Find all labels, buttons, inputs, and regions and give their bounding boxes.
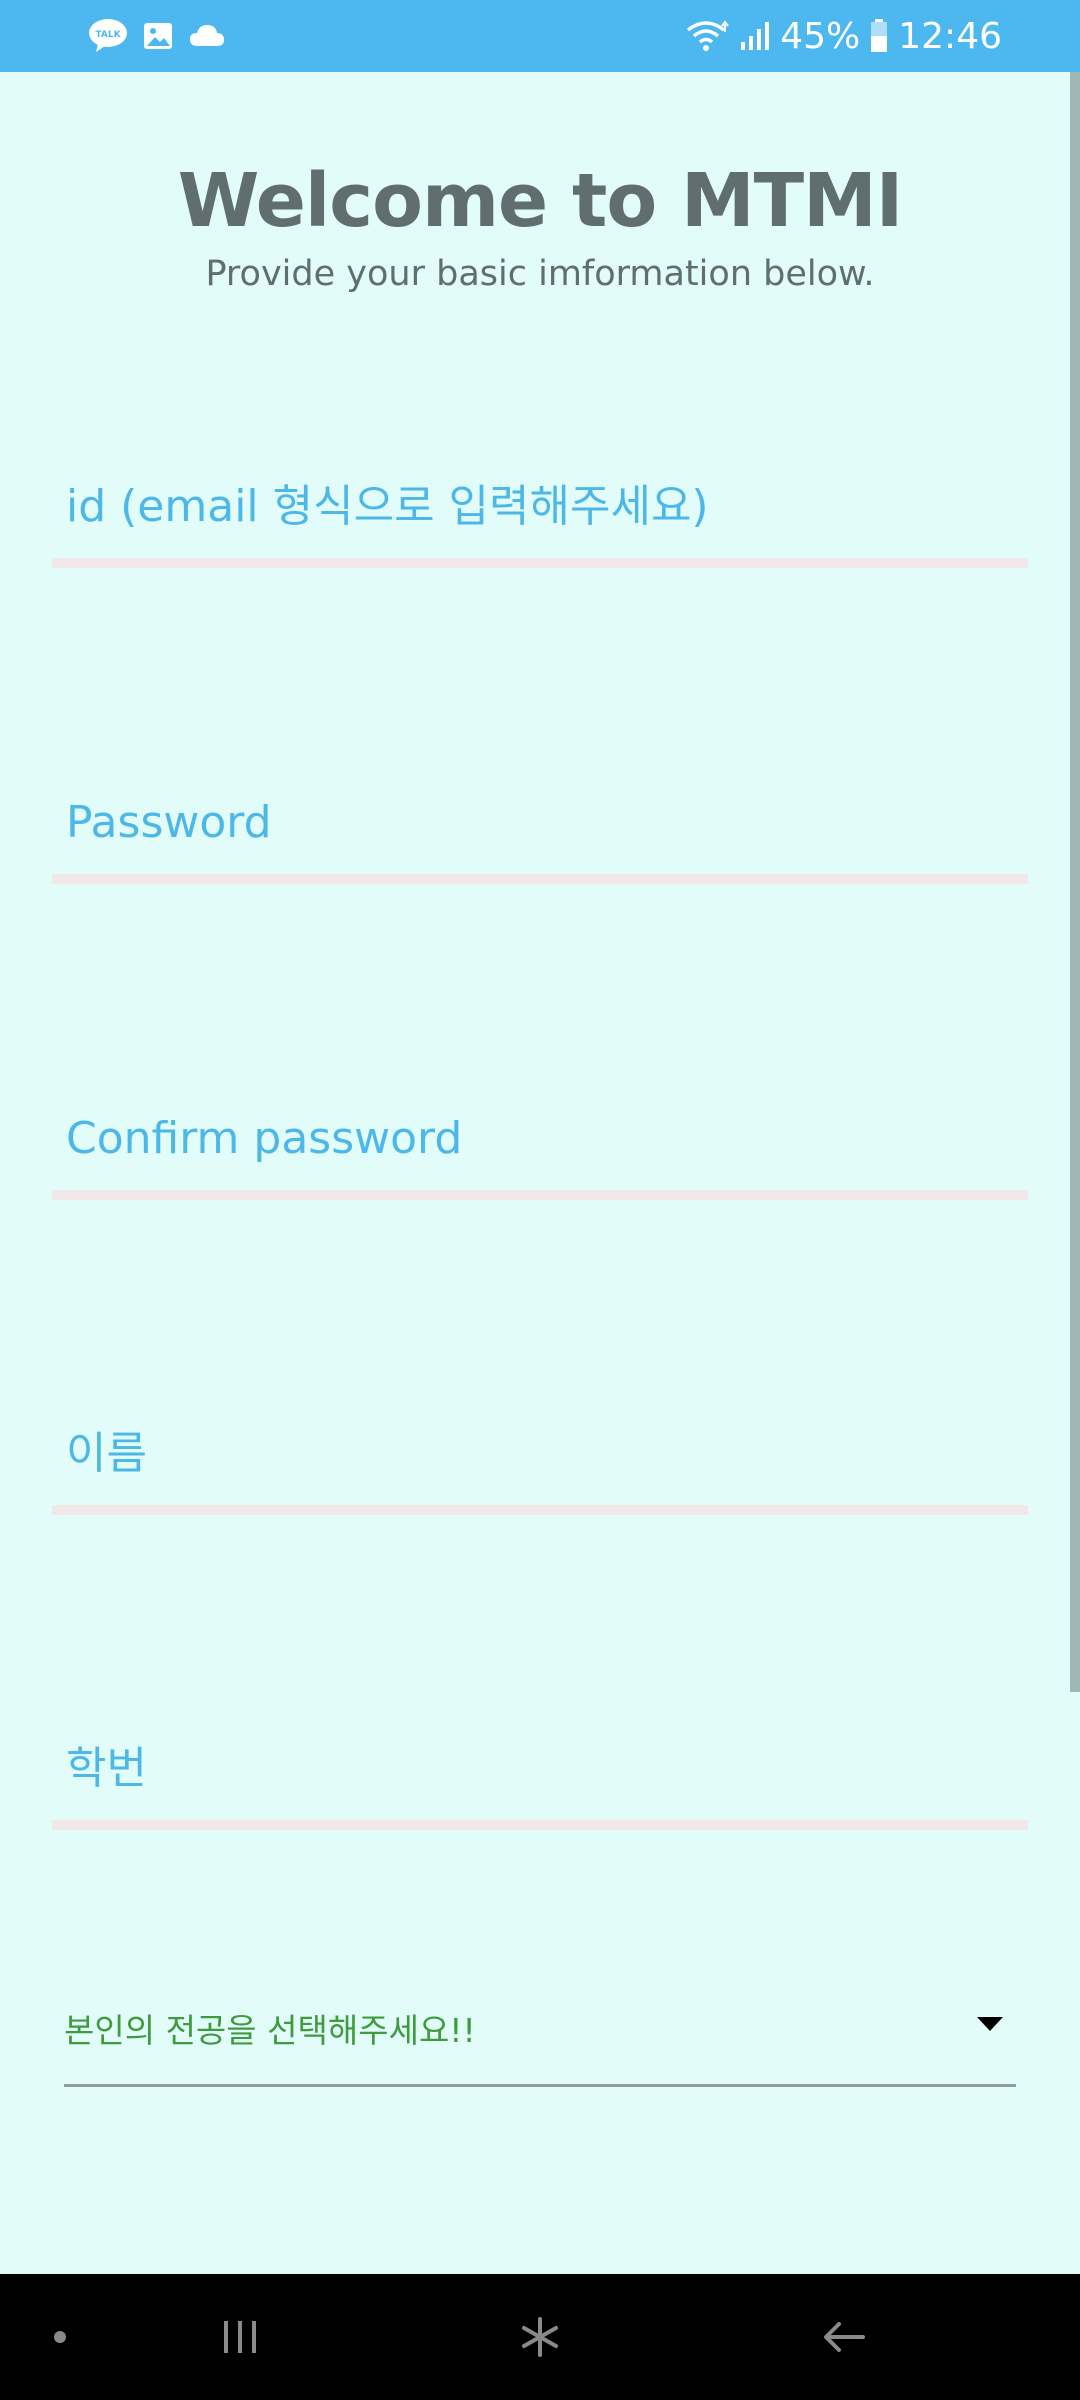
password-field-underline: [52, 874, 1028, 884]
gallery-icon: [142, 20, 174, 52]
battery-icon: [870, 19, 888, 53]
name-field-container: [52, 1405, 1028, 1515]
recent-apps-icon[interactable]: [200, 2274, 280, 2400]
cloud-icon: [188, 22, 226, 50]
password-input[interactable]: [52, 774, 1028, 870]
battery-percent: 45%: [780, 15, 861, 57]
student-id-field-container: [52, 1720, 1028, 1830]
major-dropdown-value: 본인의 전공을 선택해주세요!!: [64, 2011, 476, 2050]
page-subtitle: Provide your basic imformation below.: [205, 254, 875, 294]
kakao-icon-text: TALK: [95, 30, 121, 40]
scroll-indicator[interactable]: [1070, 72, 1080, 1692]
kakaotalk-icon: TALK: [88, 18, 128, 54]
major-dropdown-underline: [64, 2084, 1016, 2087]
id-field-container: [52, 458, 1028, 568]
system-status: 45% 12:46: [686, 0, 1002, 72]
back-icon[interactable]: [804, 2274, 884, 2400]
student-id-input[interactable]: [52, 1720, 1028, 1816]
page-title: Welcome to MTMI: [177, 158, 904, 244]
wifi-icon: [686, 18, 730, 54]
dropdown-arrow-icon: [976, 2016, 1004, 2036]
dot-icon[interactable]: [30, 2274, 90, 2400]
student-id-field-underline: [52, 1820, 1028, 1830]
notification-icons: TALK: [88, 0, 226, 72]
confirm-password-input[interactable]: [52, 1090, 1028, 1186]
navigation-bar: [0, 2274, 1080, 2400]
signup-screen: TALK 45% 12:46 Welcome to MTMI Provide y…: [0, 0, 1080, 2400]
name-input[interactable]: [52, 1405, 1028, 1501]
id-email-input[interactable]: [52, 458, 1028, 554]
clock: 12:46: [898, 15, 1002, 57]
confirm-password-field-underline: [52, 1190, 1028, 1200]
home-icon[interactable]: [500, 2274, 580, 2400]
id-field-underline: [52, 558, 1028, 568]
status-bar: TALK 45% 12:46: [0, 0, 1080, 72]
password-field-container: [52, 774, 1028, 884]
confirm-password-field-container: [52, 1090, 1028, 1200]
name-field-underline: [52, 1505, 1028, 1515]
signal-icon: [740, 20, 770, 52]
major-dropdown[interactable]: 본인의 전공을 선택해주세요!!: [64, 1984, 1016, 2088]
